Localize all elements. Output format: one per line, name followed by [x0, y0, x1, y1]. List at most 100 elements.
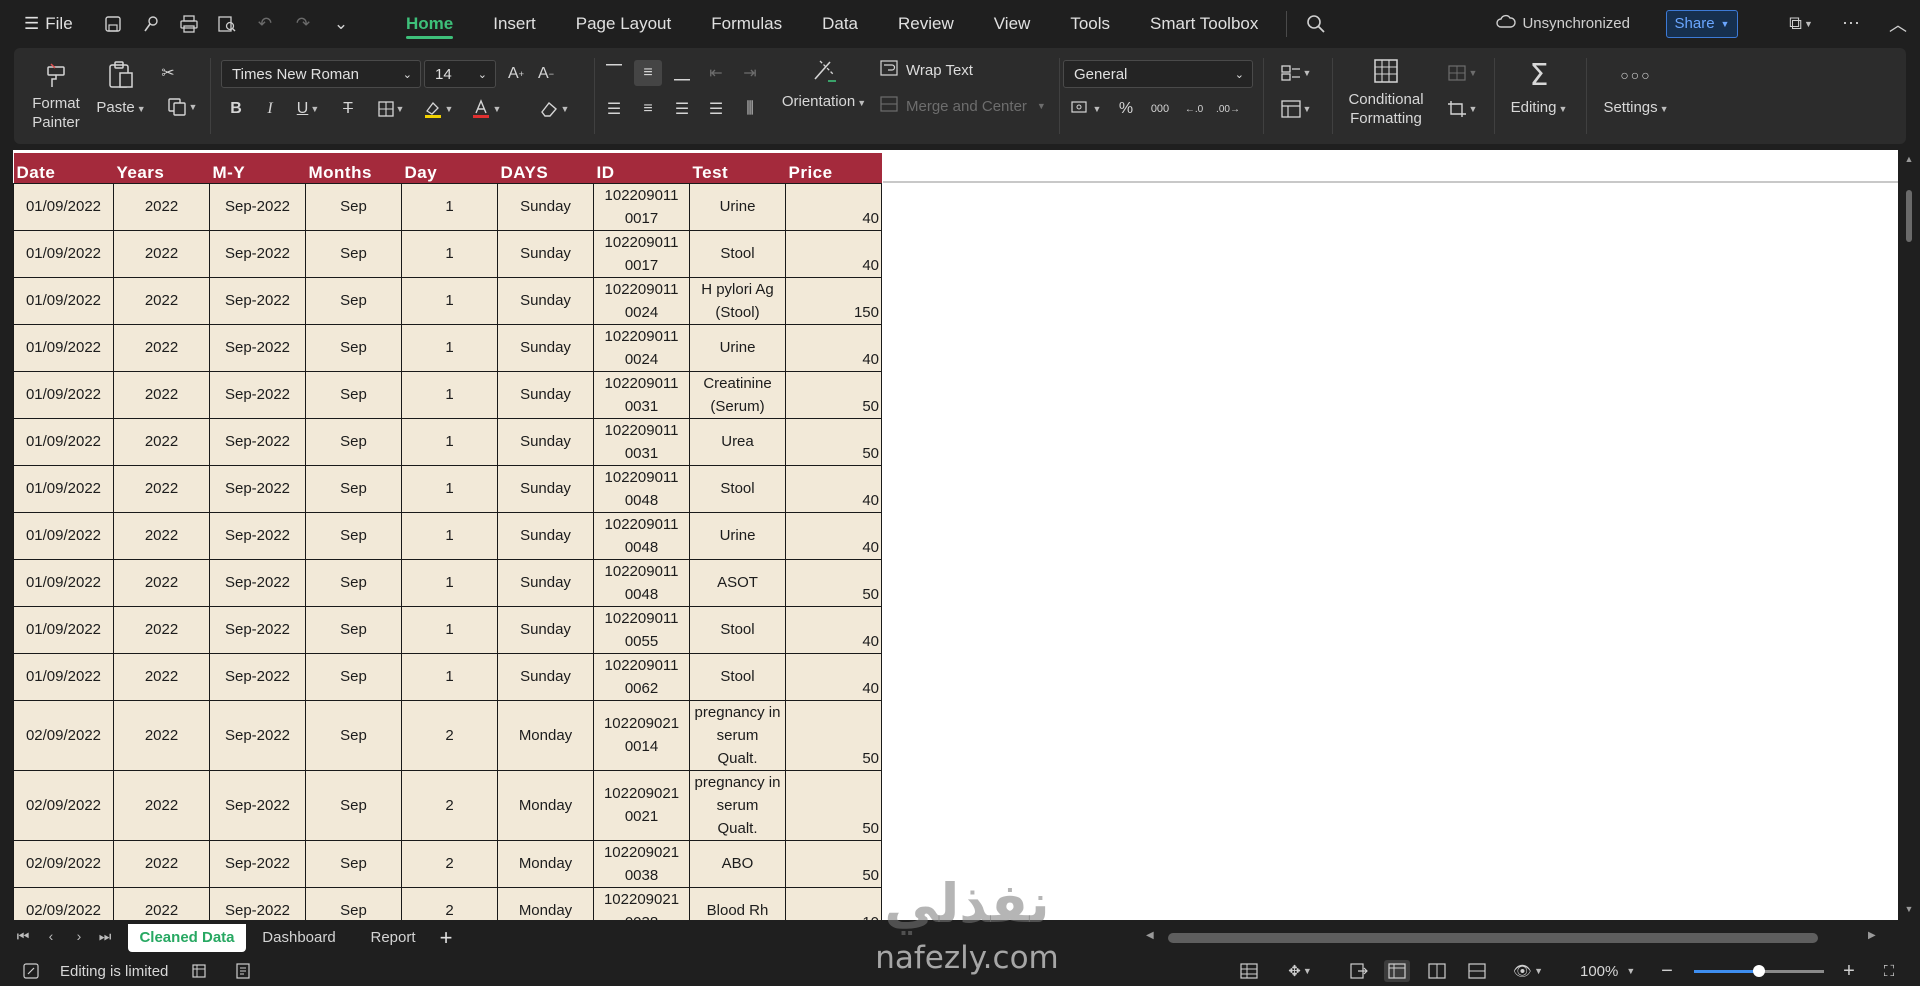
increase-decimal-icon[interactable]: ←.0 [1180, 96, 1208, 122]
tab-insert[interactable]: Insert [473, 0, 556, 47]
cell-day[interactable]: 1 [401, 323, 498, 372]
cell-days[interactable]: Sunday [497, 323, 594, 372]
cell-months[interactable]: Sep [305, 182, 402, 231]
number-format-select[interactable]: General ⌄ [1063, 60, 1253, 88]
column-header-price[interactable]: Price [785, 153, 882, 183]
paste-button[interactable]: Paste ▼ [96, 58, 146, 119]
scroll-right-icon[interactable]: ▶ [1868, 930, 1876, 941]
last-sheet-icon[interactable]: ⏭ [94, 928, 116, 948]
cell-id[interactable]: 102209011 0017 [593, 182, 690, 231]
cell-date[interactable]: 01/09/2022 [13, 464, 114, 513]
cell-months[interactable]: Sep [305, 370, 402, 419]
cell-test[interactable]: ABO [689, 839, 786, 888]
horizontal-scrollbar[interactable] [1168, 933, 1818, 943]
cell-m-y[interactable]: Sep-2022 [209, 558, 306, 607]
cell-price[interactable]: 40 [785, 182, 882, 231]
wrap-text-button[interactable]: Wrap Text [880, 60, 973, 80]
scroll-up-icon[interactable]: ▲ [1902, 154, 1916, 166]
cell-test[interactable]: Creatinine (Serum) [689, 370, 786, 419]
scrollbar-thumb[interactable] [1906, 190, 1912, 242]
editing-button[interactable]: Σ Editing ▼ [1504, 58, 1574, 119]
align-left-icon[interactable]: ☰ [600, 96, 628, 122]
merge-center-button[interactable]: Merge and Center ▼ [880, 96, 1046, 116]
cell-years[interactable]: 2022 [113, 323, 210, 372]
cell-days[interactable]: Monday [497, 886, 594, 920]
currency-format-icon[interactable]: ▼ [1066, 96, 1106, 122]
normal-view-icon[interactable] [1384, 960, 1410, 982]
sync-status[interactable]: Unsynchronized [1496, 14, 1630, 34]
cell-m-y[interactable]: Sep-2022 [209, 182, 306, 231]
sheet-tab-dashboard[interactable]: Dashboard [254, 924, 344, 952]
cell-price[interactable]: 40 [785, 605, 882, 654]
cell-years[interactable]: 2022 [113, 229, 210, 278]
cell-months[interactable]: Sep [305, 323, 402, 372]
zoom-slider-knob[interactable] [1753, 965, 1765, 977]
cell-test[interactable]: Urine [689, 323, 786, 372]
cell-id[interactable]: 102209021 0014 [593, 699, 690, 771]
column-header-months[interactable]: Months [305, 153, 402, 183]
cell-m-y[interactable]: Sep-2022 [209, 511, 306, 560]
borders-icon[interactable]: ▼ [372, 96, 410, 122]
cell-m-y[interactable]: Sep-2022 [209, 699, 306, 771]
align-top-icon[interactable]: ⎺ [600, 60, 628, 86]
cell-days[interactable]: Sunday [497, 464, 594, 513]
cell-day[interactable]: 1 [401, 464, 498, 513]
first-sheet-icon[interactable]: ⏮ [12, 928, 34, 948]
cell-id[interactable]: 102209021 0021 [593, 769, 690, 841]
cell-date[interactable]: 01/09/2022 [13, 558, 114, 607]
cell-days[interactable]: Sunday [497, 558, 594, 607]
tab-view[interactable]: View [974, 0, 1051, 47]
cell-price[interactable]: 40 [785, 464, 882, 513]
cell-days[interactable]: Sunday [497, 511, 594, 560]
cell-price[interactable]: 50 [785, 699, 882, 771]
cell-months[interactable]: Sep [305, 229, 402, 278]
tab-data[interactable]: Data [802, 0, 878, 47]
cell-date[interactable]: 02/09/2022 [13, 699, 114, 771]
cell-test[interactable]: Urea [689, 417, 786, 466]
prev-sheet-icon[interactable]: ‹ [40, 928, 62, 948]
percent-icon[interactable]: % [1112, 96, 1140, 122]
cell-years[interactable]: 2022 [113, 605, 210, 654]
print-preview-icon[interactable] [212, 9, 242, 39]
cell-day[interactable]: 2 [401, 769, 498, 841]
cell-date[interactable]: 01/09/2022 [13, 370, 114, 419]
thousands-separator-icon[interactable]: 000 [1146, 96, 1174, 122]
cell-test[interactable]: Stool [689, 605, 786, 654]
cell-test[interactable]: ASOT [689, 558, 786, 607]
align-middle-icon[interactable]: ≡ [634, 60, 662, 86]
cell-years[interactable]: 2022 [113, 839, 210, 888]
tab-review[interactable]: Review [878, 0, 974, 47]
cell-day[interactable]: 1 [401, 511, 498, 560]
tab-formulas[interactable]: Formulas [691, 0, 802, 47]
cell-price[interactable]: 50 [785, 370, 882, 419]
sheet-tab-report[interactable]: Report [356, 924, 430, 952]
cell-date[interactable]: 02/09/2022 [13, 769, 114, 841]
cell-date[interactable]: 01/09/2022 [13, 417, 114, 466]
cell-day[interactable]: 2 [401, 699, 498, 771]
align-right-icon[interactable]: ☰ [668, 96, 696, 122]
cell-m-y[interactable]: Sep-2022 [209, 464, 306, 513]
cell-price[interactable]: 50 [785, 839, 882, 888]
cell-day[interactable]: 1 [401, 605, 498, 654]
cell-months[interactable]: Sep [305, 558, 402, 607]
cell-price[interactable]: 40 [785, 511, 882, 560]
column-header-test[interactable]: Test [689, 153, 786, 183]
cell-months[interactable]: Sep [305, 464, 402, 513]
column-header-id[interactable]: ID [593, 153, 690, 183]
cell-day[interactable]: 2 [401, 886, 498, 920]
reading-mode-icon[interactable] [1346, 960, 1372, 982]
cell-test[interactable]: pregnancy in serum Qualt. [689, 699, 786, 771]
cell-id[interactable]: 102209011 0024 [593, 323, 690, 372]
print-icon[interactable] [174, 9, 204, 39]
font-size-select[interactable]: 14 ⌄ [424, 60, 496, 88]
cell-months[interactable]: Sep [305, 511, 402, 560]
cell-years[interactable]: 2022 [113, 699, 210, 771]
macro-icon[interactable] [18, 960, 44, 982]
cell-years[interactable]: 2022 [113, 417, 210, 466]
cell-day[interactable]: 1 [401, 652, 498, 701]
justify-icon[interactable]: ☰ [702, 96, 730, 122]
cell-id[interactable]: 102209011 0048 [593, 464, 690, 513]
cell-days[interactable]: Sunday [497, 370, 594, 419]
align-bottom-icon[interactable]: ⎽ [668, 60, 696, 86]
cell-m-y[interactable]: Sep-2022 [209, 229, 306, 278]
